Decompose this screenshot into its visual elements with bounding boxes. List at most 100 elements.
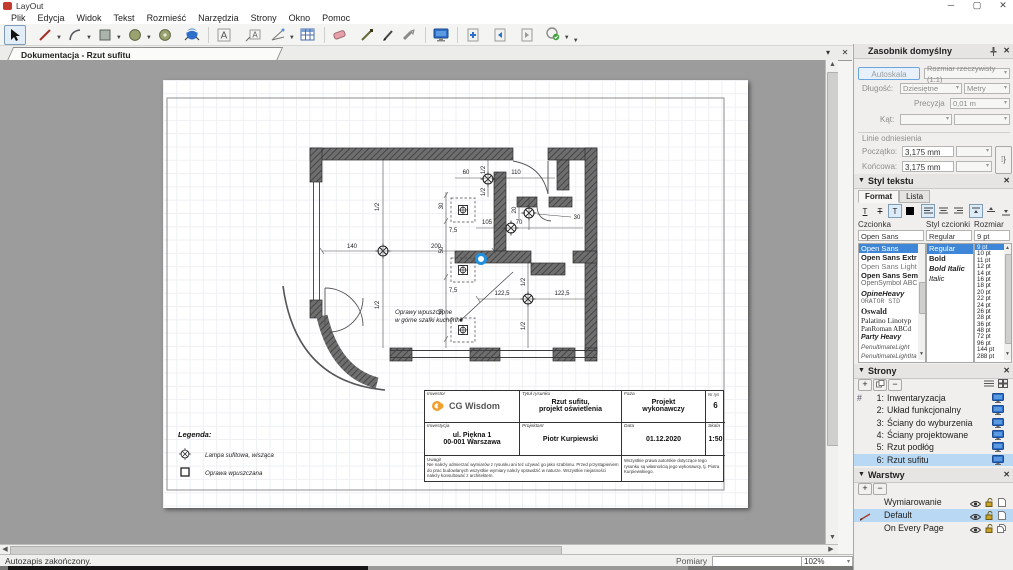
selection-indicator[interactable] (477, 255, 486, 264)
sync-tool-dropdown-icon[interactable]: ▼ (564, 35, 570, 41)
menu-strony[interactable]: Strony (245, 13, 283, 23)
size-list-item[interactable]: 288 pt (975, 353, 1004, 359)
align-center-icon[interactable] (936, 204, 950, 218)
font-list-item[interactable]: Open Sans Light (859, 262, 918, 271)
layers-close-icon[interactable]: ✕ (1003, 468, 1010, 482)
previous-page-tool-icon[interactable] (490, 26, 510, 44)
maximize-icon[interactable]: ▢ (964, 0, 990, 11)
swap-endpoints-button[interactable]: ⁞} (995, 146, 1012, 174)
line-tool-icon[interactable] (35, 26, 55, 44)
tab-list-dropdown-icon[interactable]: ▾ (822, 48, 834, 57)
anchor-middle-icon[interactable] (984, 204, 998, 218)
menu-tekst[interactable]: Tekst (108, 13, 141, 23)
style-list-item[interactable]: Italic (927, 274, 973, 284)
select-tool-icon[interactable] (4, 25, 26, 45)
style-list-item[interactable]: Regular (927, 244, 973, 254)
grid-view-icon[interactable] (998, 379, 1009, 389)
scroll-down-icon[interactable]: ▼ (1004, 350, 1011, 358)
size-list-scrollbar[interactable]: ▲ ▼ (1004, 244, 1011, 360)
delete-page-icon[interactable]: − (888, 379, 902, 391)
circle-tool-dropdown-icon[interactable]: ▼ (146, 35, 152, 41)
font-list-item[interactable]: Open Sans Extr (859, 253, 918, 262)
page-row[interactable]: # 1: Inwentaryzacja (854, 392, 1013, 404)
length-format-select[interactable]: Dziesiętne▾ (900, 83, 962, 94)
font-list-item[interactable]: Party Heavy (859, 334, 918, 344)
angle-format-select[interactable]: ▾ (900, 114, 952, 125)
font-list-item[interactable]: OpenSymbol ABC (859, 280, 918, 289)
circle-tool-icon[interactable] (125, 26, 145, 44)
rectangle-tool-icon[interactable] (95, 26, 115, 44)
dimension-tool-icon[interactable] (268, 26, 288, 44)
font-list-item[interactable]: Palatino Linotyp (859, 316, 918, 325)
presentation-tool-icon[interactable] (431, 26, 451, 44)
anchor-top-icon[interactable] (969, 204, 983, 218)
font-list[interactable]: Open Sans Open Sans Extr Open Sans Light… (858, 243, 926, 363)
page-row[interactable]: 2: Układ funkcjonalny (854, 404, 1013, 416)
scroll-up-icon[interactable]: ▲ (826, 60, 838, 70)
pages-close-icon[interactable]: ✕ (1003, 364, 1010, 378)
tab-close-icon[interactable]: ✕ (839, 48, 851, 57)
menu-rozmiesc[interactable]: Rozmieść (141, 13, 193, 23)
scale-select[interactable]: Rozmiar rzeczywisty (1:1)▾ (924, 68, 1010, 79)
underline-icon[interactable]: T (858, 204, 872, 218)
style-list-item[interactable]: Bold Italic (927, 264, 973, 274)
close-icon[interactable]: ✕ (990, 0, 1013, 11)
start-style-select[interactable]: ▾ (956, 146, 992, 157)
font-style-list[interactable]: Regular Bold Bold Italic Italic (926, 243, 974, 363)
document-tab[interactable]: Dokumentacja - Rzut sufitu (7, 47, 283, 61)
tray-header[interactable]: Zasobnik domyślny ✕ (854, 44, 1013, 59)
end-length-input[interactable]: 3,175 mm (902, 161, 954, 172)
tab-format[interactable]: Format (858, 190, 899, 203)
align-left-icon[interactable] (921, 204, 935, 218)
eraser-tool-icon[interactable] (330, 26, 350, 44)
dimension-tool-dropdown-icon[interactable]: ▼ (289, 35, 295, 41)
text-tool-icon[interactable]: A (214, 26, 234, 44)
angle-precision-select[interactable]: ▾ (954, 114, 1010, 125)
pages-header[interactable]: ▼ Strony ✕ (854, 364, 1013, 379)
scroll-up-icon[interactable]: ▲ (1004, 244, 1011, 252)
menu-pomoc[interactable]: Pomoc (316, 13, 356, 23)
font-list-item[interactable]: Open Sans (859, 244, 918, 253)
add-layer-icon[interactable]: + (858, 483, 872, 495)
sync-tool-icon[interactable] (543, 26, 563, 44)
add-page-tool-icon[interactable] (463, 26, 483, 44)
page-row[interactable]: 3: Ściany do wyburzenia (854, 417, 1013, 429)
page-row-selected[interactable]: 6: Rzut sufitu (854, 454, 1013, 466)
page-row[interactable]: 4: Ściany projektowane (854, 429, 1013, 441)
scroll-down-icon[interactable]: ▼ (826, 533, 838, 543)
page-row[interactable]: 5: Rzut podłóg (854, 441, 1013, 453)
ceiling-lamps[interactable] (376, 172, 537, 307)
menu-plik[interactable]: Plik (5, 13, 32, 23)
font-list-item[interactable]: PanRoman ABCd (859, 325, 918, 334)
font-list-item[interactable]: PenultimateLightIta (859, 353, 918, 362)
font-list-item[interactable]: Oswald (859, 307, 918, 316)
shared-pages-icon[interactable] (997, 524, 1007, 537)
start-length-input[interactable]: 3,175 mm (902, 146, 954, 157)
style-list-item[interactable]: Bold (927, 254, 973, 264)
arc-tool-icon[interactable] (65, 26, 85, 44)
collapse-icon[interactable]: ▼ (858, 364, 865, 378)
font-style-input[interactable]: Regular (926, 230, 972, 241)
pen-tool-icon[interactable] (378, 26, 398, 44)
marker-tool-icon[interactable] (399, 26, 419, 44)
text-color-icon[interactable]: T (888, 204, 902, 218)
add-page-icon[interactable]: + (858, 379, 872, 391)
font-list-item[interactable]: Open Sans Semi (859, 271, 918, 280)
tray-close-icon[interactable]: ✕ (1003, 44, 1010, 58)
drawing-canvas[interactable]: 140 200 60 110 105 70 30 122,5 122,5 7,5… (0, 60, 838, 544)
font-list-item[interactable]: Orator Std (859, 298, 918, 307)
font-list-item[interactable]: PenultimateLight (859, 344, 918, 353)
canvas-vscrollbar[interactable]: ▲ ▼ (825, 60, 838, 544)
toolbar-overflow-icon[interactable]: ▼ (573, 38, 579, 44)
end-style-select[interactable]: ▾ (956, 161, 992, 172)
font-size-list[interactable]: 9 pt 10 pt 11 pt 12 pt 14 pt 16 pt 18 pt… (974, 243, 1012, 363)
delete-layer-icon[interactable]: − (873, 483, 887, 495)
length-unit-select[interactable]: Metry▾ (964, 83, 1010, 94)
menu-okno[interactable]: Okno (283, 13, 317, 23)
font-list-scrollbar[interactable]: ▼ (918, 244, 925, 360)
rectangle-tool-dropdown-icon[interactable]: ▼ (116, 35, 122, 41)
table-tool-icon[interactable] (298, 26, 318, 44)
text-style-close-icon[interactable]: ✕ (1003, 174, 1010, 188)
layer-row-current[interactable]: Default (854, 509, 1013, 522)
text-style-header[interactable]: ▼ Styl tekstu ✕ (854, 174, 1013, 189)
